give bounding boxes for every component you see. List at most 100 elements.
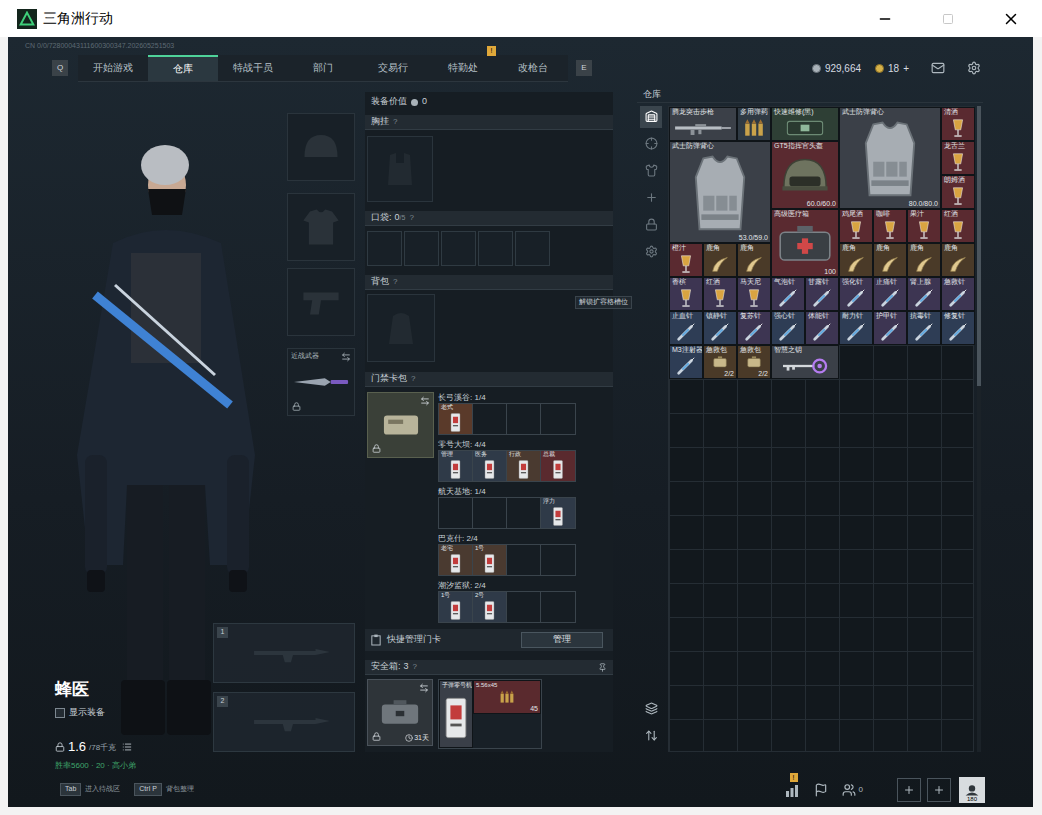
warehouse-item[interactable]: 清酒 bbox=[941, 107, 975, 141]
keycard-slot[interactable] bbox=[507, 498, 541, 528]
warehouse-item[interactable]: 咖啡 bbox=[873, 209, 907, 243]
sidebar-tab[interactable] bbox=[640, 725, 662, 747]
keycard-slot[interactable]: 1号 bbox=[473, 545, 507, 575]
keycard-slot[interactable] bbox=[541, 545, 575, 575]
flag-icon[interactable] bbox=[814, 783, 828, 797]
warehouse-item[interactable]: 复苏针 bbox=[737, 311, 771, 345]
keycard-slot[interactable]: 管理 bbox=[439, 451, 473, 481]
warehouse-item[interactable]: 朗姆酒 bbox=[941, 175, 975, 209]
mail-icon[interactable] bbox=[931, 61, 945, 75]
safebox-item[interactable]: 子弹零号机 bbox=[439, 680, 473, 748]
warehouse-item[interactable]: GT5指挥官头盔60.0/60.0 bbox=[771, 141, 839, 209]
nav-tab[interactable]: 部门 bbox=[288, 55, 358, 81]
warehouse-item[interactable]: 强心针 bbox=[771, 311, 805, 345]
swap-icon[interactable] bbox=[420, 396, 430, 406]
warehouse-item[interactable]: 多用弹药 bbox=[737, 107, 771, 141]
sidebar-tab[interactable] bbox=[640, 160, 662, 182]
keycard-slot[interactable]: 浮力 bbox=[541, 498, 575, 528]
party-slot[interactable] bbox=[927, 778, 951, 802]
warehouse-item[interactable]: 修复针 bbox=[941, 311, 975, 345]
nav-tab[interactable]: 特勤处! bbox=[428, 55, 498, 81]
warehouse-item[interactable]: 香槟 bbox=[669, 277, 703, 311]
friends-button[interactable]: 0 bbox=[842, 783, 863, 797]
stats-button[interactable]: ! bbox=[784, 782, 800, 798]
pocket-slot[interactable] bbox=[478, 231, 513, 266]
keycard-slot[interactable]: 总裁 bbox=[541, 451, 575, 481]
warehouse-item[interactable]: 甘露针 bbox=[805, 277, 839, 311]
warehouse-item[interactable]: M3注射器 bbox=[669, 345, 703, 379]
nav-tab[interactable]: 开始游戏 bbox=[78, 55, 148, 81]
help-marker[interactable]: ? bbox=[409, 212, 413, 224]
keycard-slot[interactable] bbox=[439, 498, 473, 528]
keycard-slot[interactable]: 医务 bbox=[473, 451, 507, 481]
warehouse-item[interactable]: 急救包2/2 bbox=[703, 345, 737, 379]
pocket-slot[interactable] bbox=[515, 231, 550, 266]
pocket-slot[interactable] bbox=[367, 231, 402, 266]
party-slot[interactable] bbox=[897, 778, 921, 802]
keycard-slot[interactable] bbox=[507, 545, 541, 575]
sidebar-tab[interactable] bbox=[640, 241, 662, 263]
warehouse-item[interactable]: 镇静针 bbox=[703, 311, 737, 345]
help-marker[interactable]: ? bbox=[413, 661, 417, 673]
keycard-slot[interactable] bbox=[541, 592, 575, 622]
keycard-slot[interactable]: 老宅 bbox=[439, 545, 473, 575]
warehouse-item[interactable]: 肾上腺 bbox=[907, 277, 941, 311]
sidebar-tab[interactable] bbox=[640, 106, 662, 128]
keycard-slot[interactable]: 2号 bbox=[473, 592, 507, 622]
pin-icon[interactable] bbox=[598, 663, 607, 672]
warehouse-item[interactable]: 橙汁 bbox=[669, 243, 703, 277]
safebox-item[interactable]: 5.56x4545 bbox=[473, 680, 541, 714]
keycard-slot[interactable]: 行政 bbox=[507, 451, 541, 481]
warehouse-item[interactable]: 气泡针 bbox=[771, 277, 805, 311]
gear-slot[interactable] bbox=[287, 268, 355, 336]
gear-slot[interactable] bbox=[287, 113, 355, 181]
swap-icon[interactable] bbox=[341, 352, 351, 362]
backpack-slot[interactable] bbox=[367, 294, 435, 362]
warehouse-item[interactable]: 红酒 bbox=[703, 277, 737, 311]
sidebar-tab[interactable] bbox=[640, 133, 662, 155]
sidebar-tab[interactable] bbox=[640, 698, 662, 720]
keycard-slot[interactable] bbox=[541, 404, 575, 434]
warehouse-item[interactable]: 止血针 bbox=[669, 311, 703, 345]
warehouse-item[interactable]: 武士防弹背心80.0/80.0 bbox=[839, 107, 941, 209]
keycard-slot[interactable] bbox=[507, 404, 541, 434]
keycard-slot[interactable] bbox=[473, 498, 507, 528]
minimize-button[interactable] bbox=[853, 0, 916, 37]
weapon-slot[interactable]: 1 bbox=[213, 623, 355, 683]
prev-tab-key[interactable]: Q bbox=[52, 60, 68, 76]
next-tab-key[interactable]: E bbox=[576, 60, 592, 76]
warehouse-item[interactable]: 鹿角 bbox=[839, 243, 873, 277]
list-icon[interactable] bbox=[122, 742, 132, 752]
warehouse-item[interactable]: 智慧之钥 bbox=[771, 345, 839, 379]
warehouse-item[interactable]: 腾龙突击步枪 bbox=[669, 107, 737, 141]
swap-icon[interactable] bbox=[419, 683, 429, 693]
warehouse-item[interactable]: 快速维修(黑) bbox=[771, 107, 839, 141]
keycard-slot[interactable] bbox=[473, 404, 507, 434]
gear-slot[interactable] bbox=[287, 193, 355, 261]
warehouse-item[interactable]: 急救针 bbox=[941, 277, 975, 311]
warehouse-item[interactable]: 鹿角 bbox=[873, 243, 907, 277]
chest-rig-slot[interactable] bbox=[367, 136, 433, 202]
gear-slot[interactable]: 近战武器 bbox=[287, 348, 355, 416]
add-bond-button[interactable]: + bbox=[903, 61, 909, 76]
nav-tab[interactable]: 特战干员 bbox=[218, 55, 288, 81]
warehouse-item[interactable]: 体能针 bbox=[805, 311, 839, 345]
warehouse-item[interactable]: 高级医疗箱100 bbox=[771, 209, 839, 277]
show-gear-checkbox[interactable]: 显示装备 bbox=[55, 706, 136, 720]
help-marker[interactable]: ? bbox=[393, 276, 397, 288]
keycard-slot[interactable] bbox=[507, 592, 541, 622]
warehouse-item[interactable]: 果汁 bbox=[907, 209, 941, 243]
warehouse-item[interactable]: 马天尼 bbox=[737, 277, 771, 311]
pocket-slot[interactable] bbox=[404, 231, 439, 266]
help-marker[interactable]: ? bbox=[393, 116, 397, 128]
warehouse-item[interactable]: 护甲针 bbox=[873, 311, 907, 345]
warehouse-item[interactable]: 鹿角 bbox=[703, 243, 737, 277]
close-button[interactable] bbox=[979, 0, 1042, 37]
sidebar-tab[interactable] bbox=[640, 214, 662, 236]
settings-icon[interactable] bbox=[967, 61, 981, 75]
player-avatar[interactable]: 180 bbox=[959, 777, 985, 803]
sidebar-tab[interactable] bbox=[640, 187, 662, 209]
warehouse-item[interactable]: 鹿角 bbox=[907, 243, 941, 277]
keycard-slot[interactable]: 老式 bbox=[439, 404, 473, 434]
weapon-slot[interactable]: 2 bbox=[213, 692, 355, 752]
